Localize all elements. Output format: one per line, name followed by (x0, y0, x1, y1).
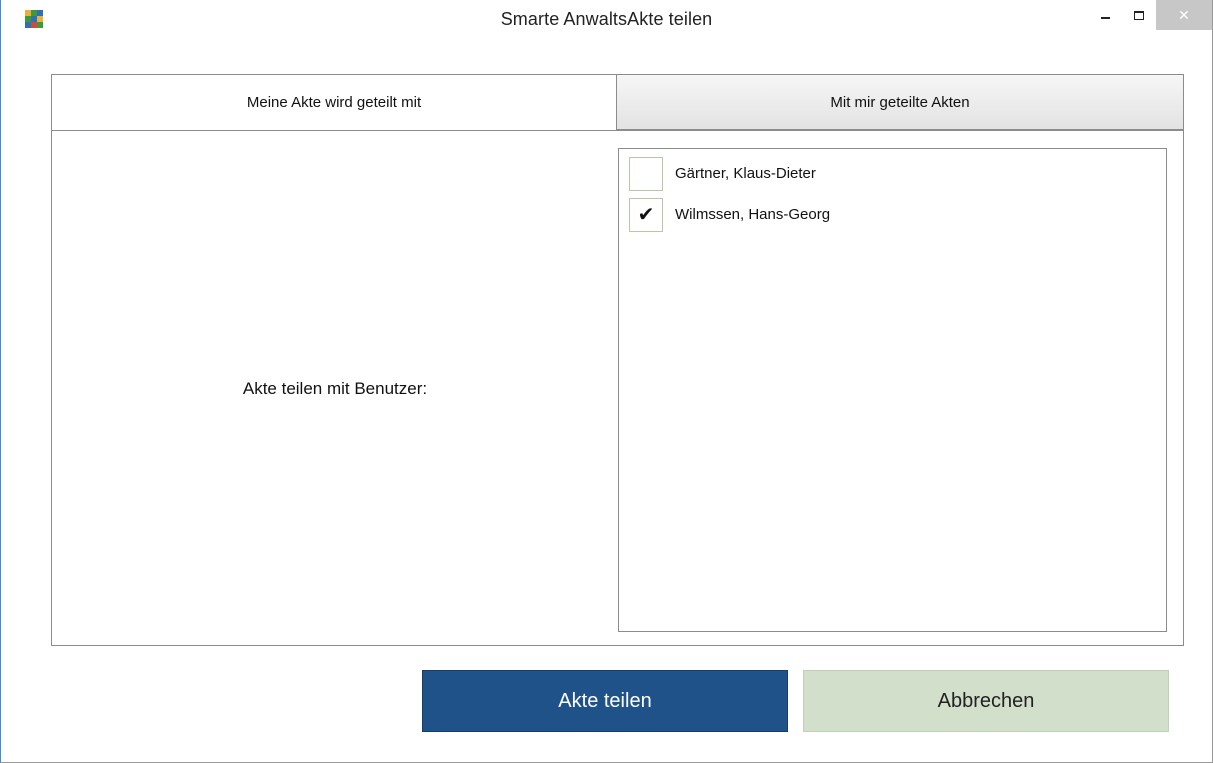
window-controls: ✕ (1088, 0, 1212, 30)
user-list[interactable]: Gärtner, Klaus-Dieter ✔ Wilmssen, Hans-G… (618, 148, 1167, 632)
user-name: Wilmssen, Hans-Georg (675, 206, 831, 223)
share-file-button[interactable]: Akte teilen (422, 670, 788, 732)
tab-strip: Meine Akte wird geteilt mit Mit mir gete… (52, 75, 1183, 130)
share-with-users-label: Akte teilen mit Benutzer: (52, 131, 618, 646)
user-checkbox[interactable]: ✔ (629, 197, 663, 232)
user-checkbox[interactable] (629, 156, 663, 191)
title-bar[interactable]: Smarte AnwaltsAkte teilen ✕ (1, 0, 1212, 38)
list-item[interactable]: ✔ Wilmssen, Hans-Georg (619, 194, 1166, 235)
tab-control: Meine Akte wird geteilt mit Mit mir gete… (51, 74, 1184, 646)
app-logo-icon (25, 10, 43, 28)
minimize-button[interactable] (1088, 0, 1122, 30)
tab-my-shared-file[interactable]: Meine Akte wird geteilt mit (52, 75, 617, 130)
tab-content-panel: Akte teilen mit Benutzer: Gärtner, Klaus… (52, 130, 1183, 645)
maximize-button[interactable] (1122, 0, 1156, 30)
minimize-icon (1100, 17, 1110, 19)
tab-files-shared-with-me[interactable]: Mit mir geteilte Akten (617, 75, 1183, 130)
close-button[interactable]: ✕ (1156, 0, 1212, 30)
user-name: Gärtner, Klaus-Dieter (675, 165, 816, 182)
close-icon: ✕ (1178, 6, 1190, 23)
window-title: Smarte AnwaltsAkte teilen (500, 8, 713, 29)
list-item[interactable]: Gärtner, Klaus-Dieter (619, 153, 1166, 194)
maximize-icon (1134, 10, 1144, 20)
share-with-users-text: Akte teilen mit Benutzer: (242, 378, 428, 398)
cancel-button[interactable]: Abbrechen (803, 670, 1169, 732)
share-dialog-window: Smarte AnwaltsAkte teilen ✕ Meine Akte w… (0, 0, 1213, 763)
checkmark-icon: ✔ (637, 204, 655, 226)
